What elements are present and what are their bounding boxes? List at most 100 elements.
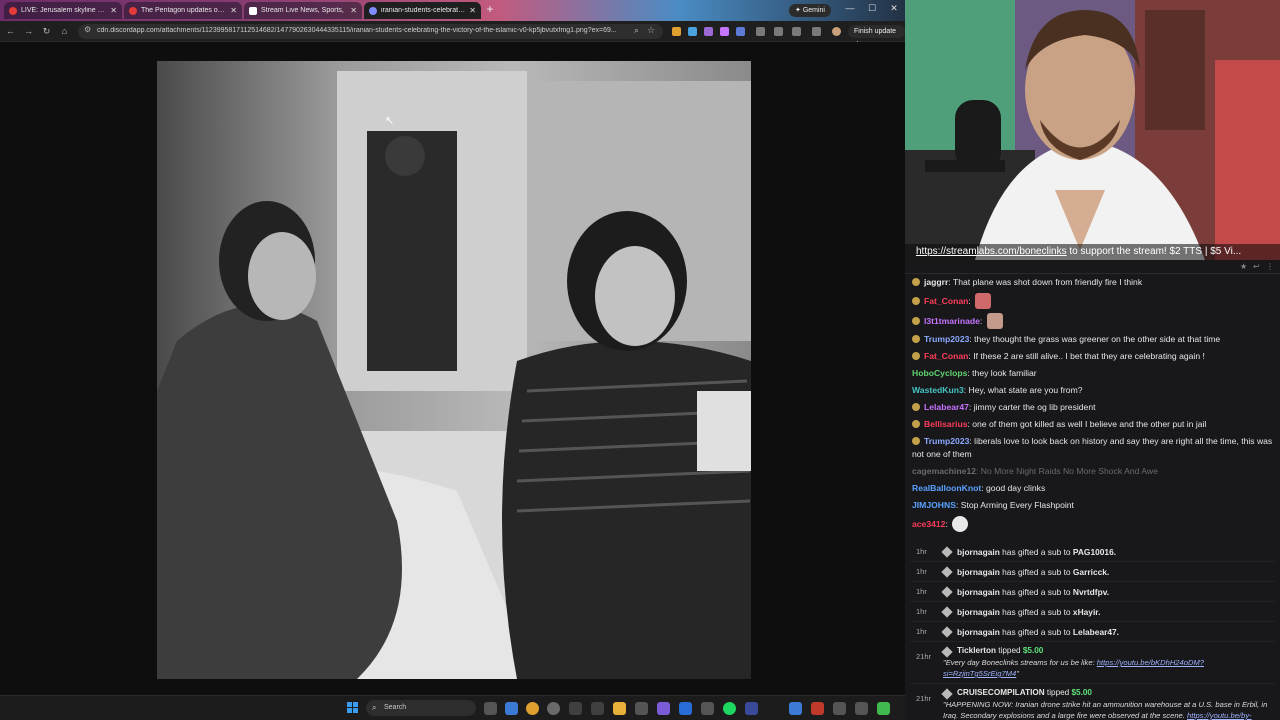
- taskbar-app-icon[interactable]: [833, 702, 846, 715]
- streamlabs-link[interactable]: https://streamlabs.com/boneclinks: [916, 246, 1067, 257]
- chat-username[interactable]: ace3412: [912, 519, 945, 529]
- chat-username[interactable]: Fat_Conan: [924, 351, 968, 361]
- extension-icon[interactable]: [720, 27, 729, 36]
- forward-icon[interactable]: →: [22, 25, 35, 38]
- spotify-icon[interactable]: [723, 702, 736, 715]
- taskbar-app-icon[interactable]: [701, 702, 714, 715]
- chat-username[interactable]: Fat_Conan: [924, 296, 968, 306]
- tip-amount: $5.00: [1022, 646, 1044, 655]
- close-icon[interactable]: ✕: [110, 6, 117, 15]
- gemini-label: Gemini: [802, 7, 825, 14]
- task-view-icon[interactable]: [484, 702, 497, 715]
- chat-username[interactable]: WastedKun3: [912, 385, 964, 395]
- close-icon[interactable]: ✕: [469, 6, 476, 15]
- tab-pentagon[interactable]: The Pentagon updates on mili ✕: [124, 2, 242, 19]
- event-text: has gifted a sub to: [999, 587, 1073, 597]
- image-viewer: ↖: [0, 42, 905, 695]
- file-explorer-icon[interactable]: [613, 702, 626, 715]
- chat-username[interactable]: l3t1tmarinade: [924, 316, 980, 326]
- taskbar-app-icon[interactable]: [591, 702, 604, 715]
- chat-username[interactable]: Trump2023: [924, 436, 969, 446]
- event-time: 1hr: [916, 547, 927, 556]
- tip-icon: [941, 688, 953, 700]
- address-bar[interactable]: ⚙ cdn.discordapp.com/attachments/1123995…: [78, 24, 663, 39]
- extension-icon[interactable]: [672, 27, 681, 36]
- tab-jerusalem[interactable]: LIVE: Jerusalem skyline as Iran ✕: [4, 2, 122, 19]
- chat-username[interactable]: Lelabear47: [924, 402, 969, 412]
- event-user[interactable]: bjornagain: [957, 547, 1000, 557]
- back-icon[interactable]: ←: [4, 25, 17, 38]
- taskbar-app-icon[interactable]: [745, 702, 758, 715]
- taskbar-app-icon[interactable]: [877, 702, 890, 715]
- chat-username[interactable]: cagemachine12: [912, 466, 976, 476]
- home-icon[interactable]: ⌂: [58, 25, 71, 38]
- discord-icon[interactable]: [657, 702, 670, 715]
- downloads-icon[interactable]: [792, 27, 801, 36]
- url-text[interactable]: cdn.discordapp.com/attachments/112399581…: [97, 27, 622, 34]
- gift-sub-event: 1hr bjornagain has gifted a sub to Garri…: [910, 562, 1275, 582]
- profile-avatar-icon[interactable]: [832, 27, 841, 36]
- menu-icon[interactable]: ⋮: [1266, 262, 1274, 271]
- close-window-icon[interactable]: ✕: [886, 3, 902, 14]
- chat-username[interactable]: HoboCyclops: [912, 368, 967, 378]
- maximize-icon[interactable]: ☐: [864, 3, 880, 14]
- search-label: Search: [384, 704, 407, 711]
- reply-icon[interactable]: ↩: [1253, 262, 1260, 271]
- taskbar-app-icon[interactable]: [569, 702, 582, 715]
- sub-badge-icon: [912, 335, 920, 343]
- event-user[interactable]: bjornagain: [957, 567, 1000, 577]
- taskbar-app-icon[interactable]: [789, 702, 802, 715]
- minimize-icon[interactable]: —: [842, 3, 858, 13]
- event-target[interactable]: Garricck.: [1073, 567, 1109, 577]
- extensions-puzzle-icon[interactable]: [756, 27, 765, 36]
- pin-icon[interactable]: ★: [1240, 262, 1247, 271]
- chat-username[interactable]: Trump2023: [924, 334, 969, 344]
- chat-username[interactable]: JIMJOHNS: [912, 500, 956, 510]
- finish-update-button[interactable]: Finish update ⋮: [848, 25, 905, 48]
- event-time: 1hr: [916, 587, 927, 596]
- extension-icon[interactable]: [736, 27, 745, 36]
- event-user[interactable]: bjornagain: [957, 607, 1000, 617]
- event-user[interactable]: bjornagain: [957, 627, 1000, 637]
- activity-feed: 1hr bjornagain has gifted a sub to PAG10…: [910, 542, 1275, 720]
- new-tab-button[interactable]: +: [483, 3, 497, 17]
- chat-username[interactable]: jaggrr: [924, 277, 948, 287]
- close-icon[interactable]: ✕: [350, 6, 357, 15]
- chat-text: one of them got killed as well I believe…: [972, 419, 1207, 429]
- tip-user[interactable]: Ticklerton: [957, 646, 996, 655]
- close-icon[interactable]: ✕: [230, 6, 237, 15]
- tip-verb: tipped: [1044, 688, 1072, 697]
- taskbar-app-icon[interactable]: [811, 702, 824, 715]
- site-info-icon[interactable]: ⚙: [84, 25, 91, 34]
- taskbar-search-box[interactable]: ⌕ Search: [366, 700, 476, 716]
- extension-icon[interactable]: [704, 27, 713, 36]
- chat-username[interactable]: RealBalloonKnot: [912, 483, 981, 493]
- event-target[interactable]: xHayir.: [1073, 607, 1100, 617]
- event-target[interactable]: Lelabear47.: [1073, 627, 1119, 637]
- event-target[interactable]: PAG10016.: [1073, 547, 1116, 557]
- sub-badge-icon: [912, 317, 920, 325]
- taskbar-app-icon[interactable]: [635, 702, 648, 715]
- tip-user[interactable]: CRUISECOMPILATION: [957, 688, 1045, 697]
- extension-icon[interactable]: [688, 27, 697, 36]
- chat-header: ★ ↩ ⋮: [905, 260, 1280, 274]
- translate-icon[interactable]: [812, 27, 821, 36]
- gemini-button[interactable]: ✦ Gemini: [789, 4, 831, 17]
- reload-icon[interactable]: ↻: [40, 25, 53, 38]
- bookmark-star-icon[interactable]: ☆: [647, 25, 655, 36]
- taskbar-app-icon[interactable]: [547, 702, 560, 715]
- side-panel-icon[interactable]: [774, 27, 783, 36]
- zoom-icon[interactable]: ⌕: [634, 25, 639, 36]
- tab-stream-live[interactable]: Stream Live News, Sports, ✕: [244, 2, 362, 19]
- chrome-icon[interactable]: [526, 702, 539, 715]
- chat-username[interactable]: Bellisarius: [924, 419, 967, 429]
- taskbar-app-icon[interactable]: [505, 702, 518, 715]
- event-user[interactable]: bjornagain: [957, 587, 1000, 597]
- banner-text: to support the stream! $2 TTS | $5 Vi...: [1066, 246, 1242, 257]
- windows-start-icon[interactable]: [347, 702, 359, 714]
- taskbar-app-icon[interactable]: [855, 702, 868, 715]
- tab-title: LIVE: Jerusalem skyline as Iran: [21, 7, 106, 14]
- event-target[interactable]: Nvrtdfpv.: [1073, 587, 1109, 597]
- tab-iranian-students[interactable]: iranian-students-celebrating-t ✕: [364, 2, 481, 19]
- taskbar-app-icon[interactable]: [679, 702, 692, 715]
